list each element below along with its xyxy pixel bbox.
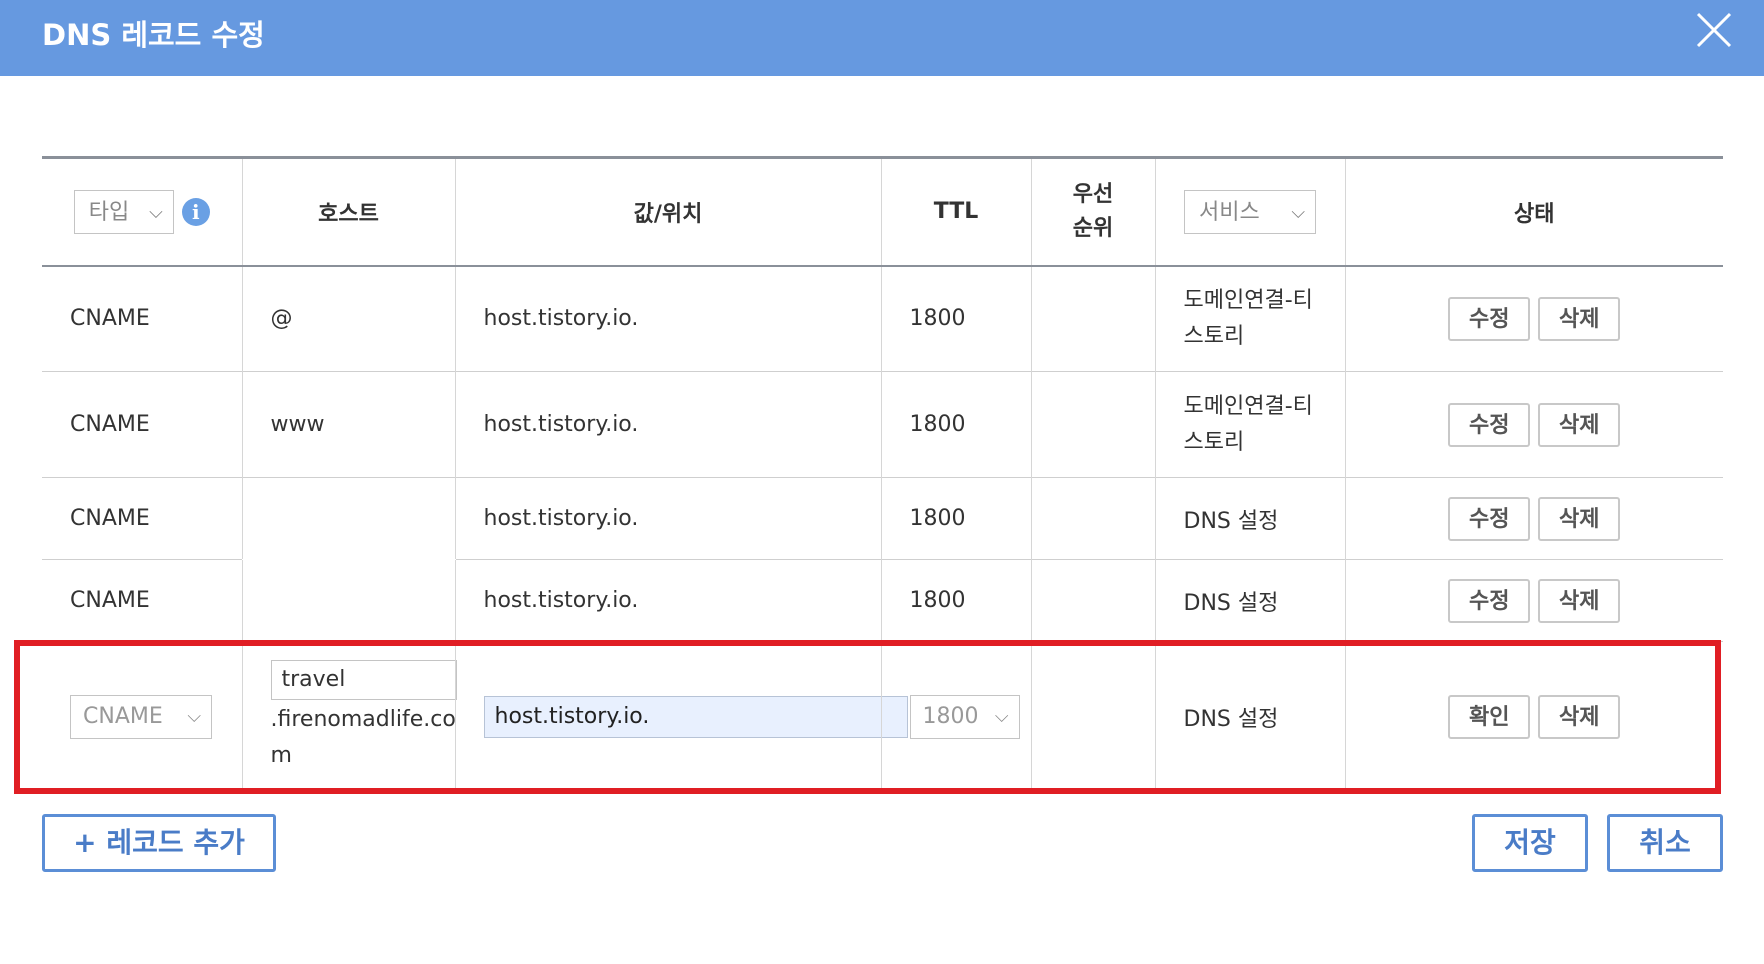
cell-value: host.tistory.io. bbox=[454, 641, 908, 792]
delete-button[interactable]: 삭제 bbox=[1538, 496, 1621, 541]
confirm-button[interactable]: 확인 bbox=[1448, 694, 1531, 739]
delete-button[interactable]: 삭제 bbox=[1538, 578, 1621, 623]
cell-type: CNAME bbox=[70, 306, 150, 332]
header-status: 상태 bbox=[1344, 157, 1723, 266]
dialog-title: DNS 레코드 수정 bbox=[42, 18, 265, 52]
table-row: CNAME host.tistory.io. 1800 DNS 설정 수정 삭제 bbox=[42, 477, 1723, 560]
cell-value: host.tistory.io. bbox=[454, 477, 881, 560]
cell-type: CNAME ⌵ bbox=[42, 642, 242, 792]
cell-value: host.tistory.io. bbox=[454, 559, 881, 642]
chevron-down-icon: ⌵ bbox=[187, 705, 201, 727]
edit-button[interactable]: 수정 bbox=[1448, 578, 1531, 623]
header-host: 호스트 bbox=[241, 157, 455, 266]
chevron-down-icon: ⌵ bbox=[149, 201, 163, 223]
cell-type: CNAME bbox=[70, 588, 150, 613]
cell-ttl: 1800 bbox=[880, 371, 1031, 478]
service-filter-label: 서비스 bbox=[1199, 199, 1260, 225]
ttl-select[interactable]: 1800 ⌵ bbox=[909, 694, 1020, 739]
host-domain-suffix: .firenomadlife.com bbox=[270, 706, 456, 768]
service-text: 도메인연결-티스토리 bbox=[1183, 393, 1313, 455]
cell-actions: 수정 삭제 bbox=[1344, 371, 1723, 478]
header-type: 타입 ⌵ i bbox=[42, 158, 242, 266]
edit-button[interactable]: 수정 bbox=[1448, 296, 1531, 341]
type-filter-label: 타입 bbox=[88, 199, 130, 225]
info-icon[interactable]: i bbox=[181, 197, 210, 226]
cell-actions: 수정 삭제 bbox=[1344, 265, 1723, 372]
cell-value: host.tistory.io. bbox=[454, 371, 881, 478]
value-input[interactable]: host.tistory.io. bbox=[483, 695, 908, 738]
edit-button[interactable]: 수정 bbox=[1448, 496, 1531, 541]
cell-service: 도메인연결-티스토리 bbox=[1154, 265, 1345, 372]
header-value: 값/위치 bbox=[454, 157, 881, 266]
edit-row: CNAME ⌵ travel .firenomadlife.com host.t… bbox=[42, 641, 1723, 792]
cell-priority bbox=[1030, 265, 1155, 372]
table-row: CNAME @ host.tistory.io. 1800 도메인연결-티스토리… bbox=[42, 265, 1723, 372]
cell-type: CNAME bbox=[70, 506, 150, 531]
cell-host bbox=[241, 477, 455, 560]
ttl-select-value: 1800 bbox=[922, 703, 979, 729]
header-ttl: TTL bbox=[880, 157, 1031, 266]
save-button[interactable]: 저장 bbox=[1472, 814, 1588, 872]
cell-host: @ bbox=[241, 265, 455, 372]
cell-priority bbox=[1030, 559, 1155, 642]
table-header: 타입 ⌵ i 호스트 값/위치 TTL 우선 순위 서비스 ⌵ 상태 bbox=[42, 157, 1723, 266]
cell-value: host.tistory.io. bbox=[454, 265, 881, 372]
service-filter-select[interactable]: 서비스 ⌵ bbox=[1184, 189, 1316, 234]
cancel-button[interactable]: 취소 bbox=[1607, 814, 1723, 872]
cell-host: travel .firenomadlife.com bbox=[241, 641, 457, 792]
cell-priority bbox=[1030, 641, 1155, 792]
dns-records-table: 타입 ⌵ i 호스트 값/위치 TTL 우선 순위 서비스 ⌵ 상태 CNAME bbox=[42, 156, 1723, 792]
cell-actions: 수정 삭제 bbox=[1344, 559, 1723, 642]
cell-ttl: 1800 bbox=[880, 559, 1031, 642]
cell-actions: 수정 삭제 bbox=[1344, 477, 1723, 560]
dialog-header: DNS 레코드 수정 bbox=[0, 0, 1764, 76]
cell-host: www bbox=[241, 371, 455, 478]
delete-button[interactable]: 삭제 bbox=[1538, 402, 1621, 447]
cell-actions: 확인 삭제 bbox=[1344, 641, 1723, 792]
cell-priority bbox=[1030, 477, 1155, 560]
cell-type: CNAME bbox=[70, 412, 150, 437]
cell-ttl: 1800 bbox=[880, 265, 1031, 372]
type-filter-select[interactable]: 타입 ⌵ bbox=[73, 189, 174, 234]
header-service: 서비스 ⌵ bbox=[1154, 157, 1345, 266]
delete-button[interactable]: 삭제 bbox=[1538, 296, 1621, 341]
host-input[interactable]: travel bbox=[270, 659, 457, 700]
cell-ttl: 1800 bbox=[880, 477, 1031, 560]
header-priority-line2: 순위 bbox=[1072, 215, 1114, 241]
cell-priority bbox=[1030, 371, 1155, 478]
cell-host bbox=[241, 559, 455, 642]
delete-button[interactable]: 삭제 bbox=[1538, 694, 1621, 739]
cell-service: 도메인연결-티스토리 bbox=[1154, 371, 1345, 478]
table-row: CNAME host.tistory.io. 1800 DNS 설정 수정 삭제 bbox=[42, 559, 1723, 642]
table-row: CNAME www host.tistory.io. 1800 도메인연결-티스… bbox=[42, 371, 1723, 478]
cell-service: DNS 설정 bbox=[1154, 641, 1345, 792]
header-priority-line1: 우선 bbox=[1072, 181, 1114, 207]
cell-ttl: 1800 ⌵ bbox=[880, 641, 1031, 792]
chevron-down-icon: ⌵ bbox=[1291, 201, 1305, 223]
edit-button[interactable]: 수정 bbox=[1448, 402, 1531, 447]
chevron-down-icon: ⌵ bbox=[994, 705, 1009, 727]
cell-service: DNS 설정 bbox=[1154, 559, 1345, 642]
service-text: 도메인연결-티스토리 bbox=[1183, 287, 1313, 349]
close-icon[interactable] bbox=[1694, 10, 1734, 50]
cell-service: DNS 설정 bbox=[1154, 477, 1345, 560]
type-select-value: CNAME bbox=[83, 703, 163, 729]
header-priority: 우선 순위 bbox=[1030, 157, 1155, 266]
add-record-button[interactable]: + 레코드 추가 bbox=[42, 814, 276, 872]
type-select[interactable]: CNAME ⌵ bbox=[70, 694, 212, 739]
